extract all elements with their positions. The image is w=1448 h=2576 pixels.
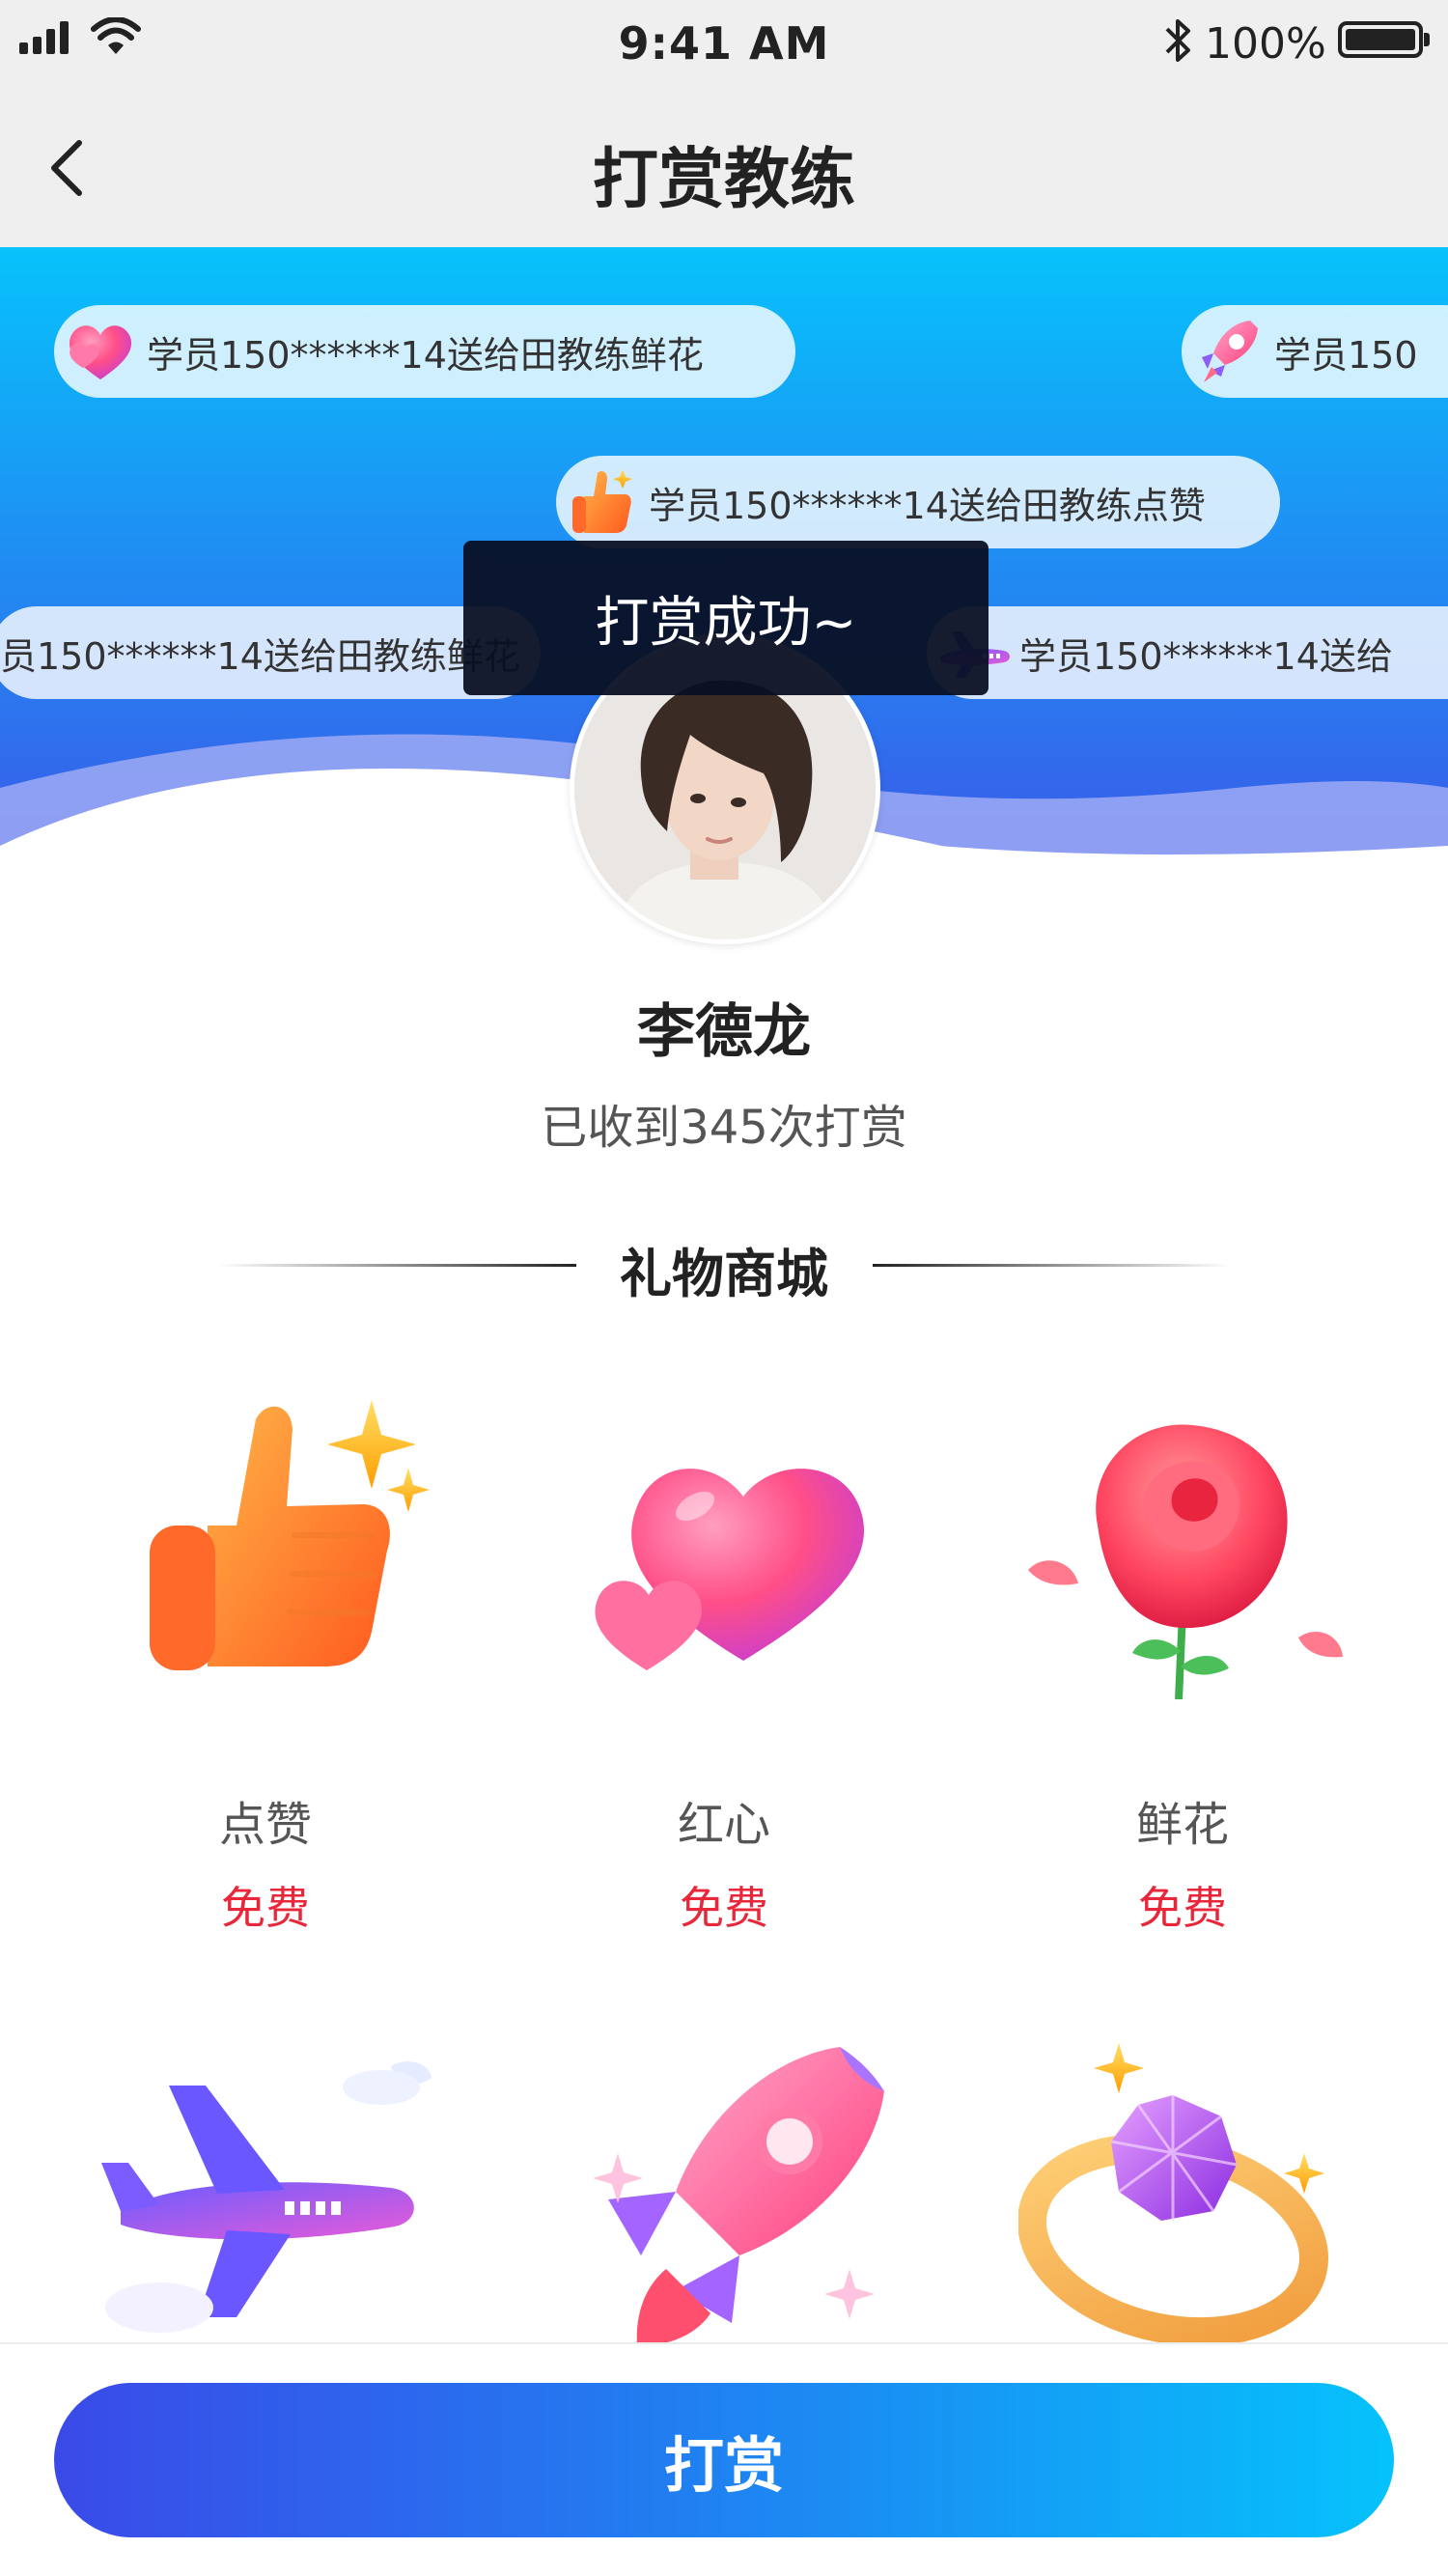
heart-icon (595, 1469, 864, 1670)
gift-price: 免费 (680, 1882, 768, 1934)
nav-bar: 打赏教练 (0, 85, 1448, 247)
gift-item-rocket[interactable] (512, 2028, 936, 2346)
barrage-item: 学员150******14送给田教练点赞 (556, 456, 1280, 548)
gift-item-diamond-ring[interactable] (970, 2028, 1395, 2347)
section-header: 礼物商城 (0, 1231, 1448, 1304)
coach-name: 李德龙 (637, 998, 811, 1066)
gift-name: 鲜花 (1135, 1798, 1229, 1852)
thumbs-up-icon (556, 456, 649, 548)
battery-percent: 100% (1205, 19, 1326, 69)
rocket-icon (593, 2047, 884, 2346)
divider-line (873, 1264, 1232, 1267)
reward-submit-button[interactable]: 打赏 (54, 2383, 1394, 2537)
diamond-ring-icon (1018, 2043, 1329, 2347)
gift-name: 点赞 (218, 1798, 312, 1852)
gift-name: 红心 (677, 1798, 770, 1852)
bluetooth-icon (1165, 19, 1190, 62)
battery-icon (1338, 21, 1430, 58)
gift-item-rose[interactable]: 鲜花 免费 (970, 1381, 1395, 1960)
gift-item-airplane[interactable] (53, 2028, 478, 2346)
gift-price: 免费 (1138, 1882, 1227, 1934)
section-title: 礼物商城 (620, 1244, 828, 1304)
bottom-action-bar: 打赏 (0, 2342, 1448, 2576)
airplane-icon (101, 2061, 432, 2333)
rose-icon (1028, 1424, 1343, 1700)
gift-item-heart[interactable]: 红心 免费 (512, 1381, 936, 1960)
status-bar: 9:41 AM 100% (0, 0, 1448, 85)
barrage-item: 学员150******14送给 (927, 606, 1448, 699)
heart-icon (54, 305, 147, 398)
thumbs-up-icon (150, 1400, 430, 1670)
barrage-item: 学员150******14送给田教练鲜花 (54, 305, 795, 398)
rocket-icon (1182, 305, 1274, 398)
gift-item-thumbs-up[interactable]: 点赞 免费 (53, 1381, 478, 1960)
barrage-item: 员150******14送给田教练鲜花 (0, 606, 541, 699)
success-toast: 打赏成功~ (463, 541, 989, 695)
page-title: 打赏教练 (592, 142, 855, 218)
reward-count: 已收到345次打赏 (541, 1101, 907, 1155)
barrage-item: 学员150 (1182, 305, 1448, 398)
gift-price: 免费 (221, 1882, 310, 1934)
